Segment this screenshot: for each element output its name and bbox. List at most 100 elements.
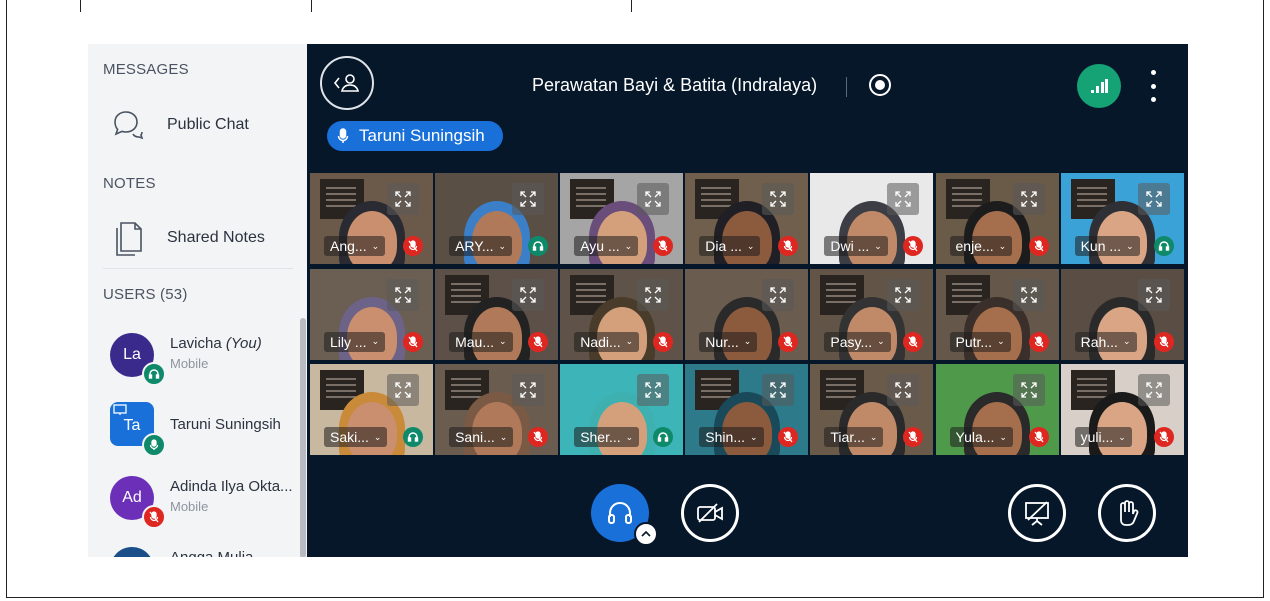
participant-name: Nadi...	[580, 333, 621, 350]
participant-name-menu[interactable]: enje... ⌄	[949, 236, 1013, 256]
video-tile[interactable]: Shin... ⌄	[685, 364, 809, 455]
video-tile[interactable]: Ang... ⌄	[310, 173, 433, 264]
audio-options-caret[interactable]	[634, 522, 658, 546]
expand-icon[interactable]	[1137, 278, 1170, 311]
participant-name-menu[interactable]: Lily ... ⌄	[324, 331, 386, 352]
participant-name: Dia ...	[705, 238, 742, 254]
participant-name-menu[interactable]: Sani... ⌄	[449, 427, 514, 447]
video-tile[interactable]: Rah... ⌄	[1060, 268, 1184, 360]
talking-indicator[interactable]: Taruni Suningsih	[327, 121, 503, 151]
user-list-item[interactable]: Angga Mulia	[88, 544, 303, 557]
video-tile[interactable]: Nur... ⌄	[685, 268, 809, 360]
participant-name-menu[interactable]: Yula... ⌄	[949, 427, 1013, 447]
more-options-button[interactable]	[1145, 70, 1161, 102]
participant-name: Pasy...	[830, 333, 873, 350]
mic-muted-icon	[142, 505, 166, 529]
expand-icon[interactable]	[1012, 183, 1045, 215]
video-grid: Ang... ⌄ ARY... ⌄ Ayu ... ⌄ Dia ... ⌄ Dwi ... ⌄ en…	[310, 173, 1185, 459]
video-tile[interactable]: Yula... ⌄	[935, 364, 1059, 455]
user-name: Angga Mulia	[170, 549, 253, 557]
participant-name-menu[interactable]: Sher... ⌄	[574, 427, 640, 447]
video-button[interactable]	[681, 484, 739, 542]
participant-name: enje...	[955, 238, 994, 254]
participant-name-menu[interactable]: Shin... ⌄	[699, 427, 764, 447]
user-device: Mobile	[170, 499, 209, 514]
screen-share-button[interactable]	[1008, 484, 1066, 542]
chevron-down-icon: ⌄	[998, 240, 1007, 251]
sidebar: MESSAGES Public Chat NOTES Shared Notes	[88, 44, 307, 557]
expand-icon[interactable]	[1012, 374, 1045, 406]
video-tile[interactable]: yuli... ⌄	[1060, 364, 1184, 455]
participant-name-menu[interactable]: Ayu ... ⌄	[574, 236, 639, 256]
expand-icon[interactable]	[1012, 278, 1045, 311]
participant-name: yuli...	[1080, 429, 1114, 445]
chevron-down-icon: ⌄	[499, 336, 507, 346]
expand-icon[interactable]	[387, 374, 419, 406]
user-list-item[interactable]: Ta Taruni Suningsih	[88, 400, 303, 457]
connection-status-button[interactable]	[1077, 64, 1121, 108]
raise-hand-button[interactable]	[1098, 484, 1156, 542]
video-tile[interactable]: Sani... ⌄	[435, 364, 559, 455]
participant-name-menu[interactable]: ARY... ⌄	[449, 236, 513, 256]
participant-name-menu[interactable]: Rah... ⌄	[1074, 331, 1137, 352]
participant-name-menu[interactable]: Putr... ⌄	[949, 331, 1011, 352]
video-tile[interactable]: Sher... ⌄	[560, 364, 684, 455]
video-tile[interactable]: Lily ... ⌄	[310, 268, 433, 360]
public-chat-item[interactable]: Public Chat	[88, 102, 293, 148]
video-tile[interactable]: Dia ... ⌄	[685, 173, 809, 264]
video-tile[interactable]: ARY... ⌄	[435, 173, 559, 264]
participant-name-menu[interactable]: Kun ... ⌄	[1074, 236, 1140, 256]
participant-name-menu[interactable]: Nur... ⌄	[699, 331, 758, 352]
expand-icon[interactable]	[1137, 183, 1170, 215]
meeting-app: MESSAGES Public Chat NOTES Shared Notes	[88, 44, 1188, 557]
participant-name: Ayu ...	[580, 238, 620, 254]
video-tile[interactable]: Tiar... ⌄	[810, 364, 934, 455]
expand-icon[interactable]	[512, 374, 545, 406]
video-tile[interactable]: enje... ⌄	[935, 173, 1059, 264]
microphone-icon	[337, 128, 349, 143]
video-tile[interactable]: Dwi ... ⌄	[810, 173, 934, 264]
expand-icon[interactable]	[637, 374, 670, 406]
expand-icon[interactable]	[1137, 374, 1170, 406]
participant-name-menu[interactable]: Mau... ⌄	[449, 331, 513, 352]
video-tile[interactable]: Mau... ⌄	[435, 268, 559, 360]
expand-icon[interactable]	[762, 278, 795, 311]
expand-icon[interactable]	[762, 183, 795, 215]
expand-icon[interactable]	[637, 278, 670, 311]
participant-name-menu[interactable]: yuli... ⌄	[1074, 427, 1132, 447]
expand-icon[interactable]	[512, 278, 545, 311]
recording-indicator[interactable]	[869, 74, 891, 96]
participant-name-menu[interactable]: Nadi... ⌄	[574, 331, 640, 352]
sidebar-scrollbar[interactable]	[300, 318, 306, 557]
video-tile[interactable]: Ayu ... ⌄	[560, 173, 684, 264]
expand-icon[interactable]	[387, 183, 419, 215]
expand-icon[interactable]	[637, 183, 670, 215]
notes-section-title: NOTES	[103, 175, 156, 192]
video-tile[interactable]: Saki... ⌄	[310, 364, 433, 455]
video-tile[interactable]: Kun ... ⌄	[1060, 173, 1184, 264]
video-tile[interactable]: Nadi... ⌄	[560, 268, 684, 360]
expand-icon[interactable]	[887, 183, 920, 215]
expand-icon[interactable]	[887, 374, 920, 406]
expand-icon[interactable]	[887, 278, 920, 311]
user-list-item[interactable]: La Lavicha (You) Mobile	[88, 330, 303, 386]
participant-name-menu[interactable]: Dwi ... ⌄	[824, 236, 888, 256]
chevron-down-icon: ⌄	[1122, 336, 1131, 346]
expand-icon[interactable]	[762, 374, 795, 406]
shared-notes-item[interactable]: Shared Notes	[88, 215, 293, 261]
participant-name: Saki...	[330, 429, 369, 445]
participant-name-menu[interactable]: Saki... ⌄	[324, 427, 388, 447]
expand-icon[interactable]	[387, 278, 419, 311]
participant-name-menu[interactable]: Dia ... ⌄	[699, 236, 761, 256]
participant-name-menu[interactable]: Ang... ⌄	[324, 236, 386, 256]
chevron-down-icon: ⌄	[625, 336, 634, 346]
video-tile[interactable]: Putr... ⌄	[935, 268, 1059, 360]
user-list-item[interactable]: Ad Adinda Ilya Okta... Mobile	[88, 473, 303, 529]
toggle-userlist-button[interactable]	[320, 56, 374, 110]
participant-name-menu[interactable]: Pasy... ⌄	[824, 331, 891, 352]
participant-name-menu[interactable]: Tiar... ⌄	[824, 427, 884, 447]
mic-muted-icon	[403, 331, 423, 352]
participant-name: ARY...	[455, 238, 494, 254]
video-tile[interactable]: Pasy... ⌄	[810, 268, 934, 360]
expand-icon[interactable]	[512, 183, 545, 215]
